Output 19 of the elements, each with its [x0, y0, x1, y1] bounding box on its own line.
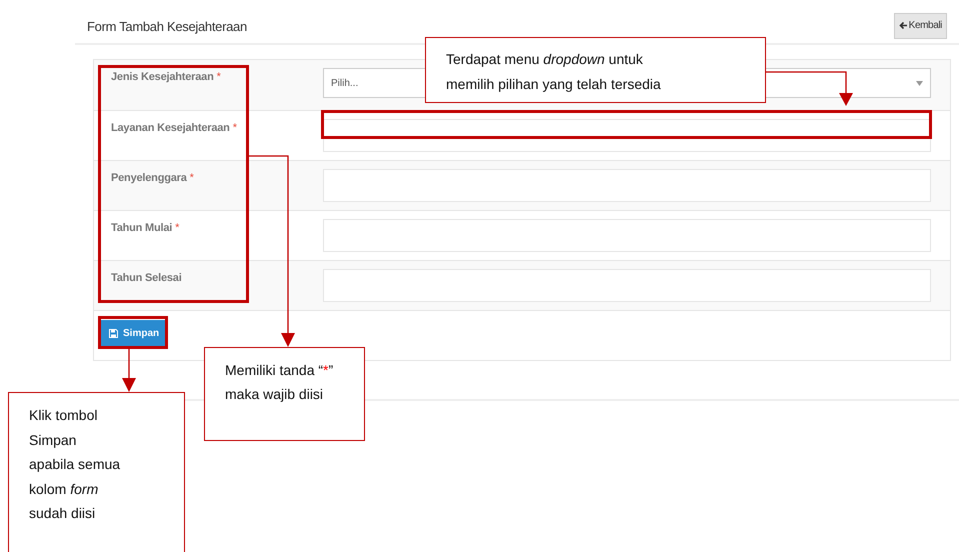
- field-label: Tahun Selesai: [111, 272, 182, 284]
- save-button[interactable]: Simpan: [101, 320, 168, 346]
- callout-text: Klik tombol Simpan apabila semua kolom form sudah diisi: [29, 406, 122, 523]
- dropdown-placeholder: Pilih...: [331, 76, 358, 90]
- field-label: Layanan Kesejahteraan *: [111, 122, 237, 134]
- field-label: Jenis Kesejahteraan *: [111, 71, 221, 83]
- back-button[interactable]: Kembali: [894, 12, 947, 38]
- arrow-left-icon: [898, 21, 908, 30]
- callout-text: Memiliki tanda “*” maka wajib diisi: [225, 361, 334, 404]
- page-title: Form Tambah Kesejahteraan: [87, 18, 247, 36]
- input-field[interactable]: [323, 119, 931, 152]
- input-field[interactable]: [323, 219, 931, 252]
- field-label: Tahun Mulai *: [111, 222, 180, 234]
- input-field[interactable]: [323, 269, 931, 302]
- field-label: Penyelenggara *: [111, 172, 194, 184]
- caret-down-icon: [916, 80, 923, 86]
- callout-text: Terdapat menu dropdown untuk memilih pilihan yang telah tersedia: [446, 50, 662, 94]
- highlight-frame: [98, 316, 168, 349]
- input-field[interactable]: [323, 169, 931, 202]
